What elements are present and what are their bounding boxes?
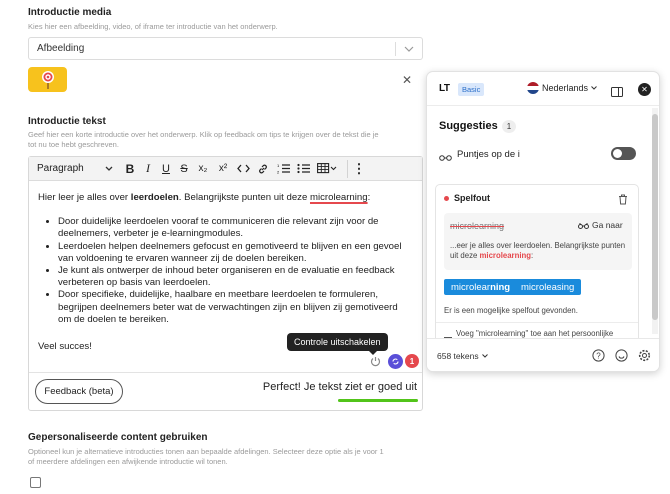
editor-content[interactable]: Hier leer je alles over leerdoelen. Bela… [38, 192, 413, 353]
bullet-item: Leerdoelen helpen deelnemers gefocust en… [58, 241, 413, 265]
editor-toolbar: Paragraph B I U S x₂ x² 12 ⋮ [29, 157, 422, 181]
superscript-button[interactable]: x² [213, 159, 233, 179]
glasses-icon [439, 149, 452, 167]
error-note: Er is een mogelijke spelfout gevonden. [444, 306, 578, 315]
media-thumbnail[interactable] [28, 67, 67, 92]
suggestion-option-1[interactable]: microlearning [444, 279, 518, 295]
token-count[interactable]: 658 tekens [437, 351, 488, 361]
personalised-helper-2: of meerdere afdelingen een afwijkende in… [28, 457, 228, 466]
panel-scrollbar[interactable] [652, 108, 658, 334]
intro-text-part: . Belangrijkste punten uit deze [178, 192, 310, 203]
error-count-badge[interactable]: 1 [405, 354, 419, 368]
error-dot-icon [444, 196, 449, 201]
spelling-error-word[interactable]: microlearning [310, 192, 368, 203]
paragraph-style-select[interactable]: Paragraph [37, 159, 121, 179]
underline-button[interactable]: U [157, 159, 175, 179]
svg-text:1: 1 [277, 163, 280, 168]
suggestions-title: Suggesties [439, 120, 498, 132]
suggestion-option-1-label: microlearning [451, 281, 511, 293]
intro-text-helper-2: tot nu toe hebt geschreven. [28, 140, 119, 149]
link-icon[interactable] [253, 159, 273, 179]
intro-media-label: Introductie media [28, 7, 112, 18]
panel-footer: 658 tekens ? [427, 338, 659, 371]
error-type: Spelfout [454, 193, 490, 203]
rich-text-editor: Paragraph B I U S x₂ x² 12 ⋮ Hier leer j… [28, 156, 423, 411]
table-icon[interactable] [313, 159, 341, 179]
error-word: microlearning [450, 221, 505, 231]
context-text: ...eer je alles over leerdoelen. Belangr… [450, 241, 626, 260]
bullet-list-icon[interactable] [293, 159, 313, 179]
power-icon[interactable] [369, 355, 382, 373]
scrollbar-thumb[interactable] [652, 114, 658, 320]
token-count-label: 658 tekens [437, 351, 479, 361]
personalised-helper-1: Optioneel kun je alternatieve introducti… [28, 447, 384, 456]
chevron-down-icon [396, 46, 422, 52]
context-text: : [531, 251, 534, 260]
intro-bold-word: leerdoelen [130, 192, 179, 203]
language-selector[interactable]: Nederlands [527, 82, 597, 94]
editor-bullet-list: Door duidelijke leerdoelen vooraf te com… [38, 216, 413, 326]
error-context-box: microlearning Ga naar ...eer je alles ov… [444, 213, 632, 270]
intro-text-label: Introductie tekst [28, 116, 106, 127]
dots-toggle[interactable] [611, 147, 636, 160]
goto-label: Ga naar [592, 220, 623, 230]
paragraph-style-value: Paragraph [37, 163, 84, 174]
media-type-value: Afbeelding [37, 43, 85, 54]
strikethrough-button[interactable]: S [175, 159, 193, 179]
numbered-list-icon[interactable]: 12 [273, 159, 293, 179]
chevron-down-icon [591, 86, 597, 90]
bold-button[interactable]: B [121, 159, 139, 179]
feedback-button[interactable]: Feedback (beta) [35, 379, 123, 404]
chevron-down-icon [105, 166, 113, 171]
help-icon[interactable]: ? [592, 349, 605, 367]
suggestions-count: 1 [502, 120, 516, 133]
card-divider [436, 322, 638, 323]
suggestion-option-2[interactable]: microleasing [514, 279, 582, 295]
smiley-icon[interactable] [615, 349, 628, 367]
trash-icon[interactable] [618, 192, 628, 210]
suggestion-bold-part: ning [490, 281, 511, 293]
intro-text-helper-1: Geef hier een korte introductie over het… [28, 130, 379, 139]
italic-button[interactable]: I [139, 159, 157, 179]
goto-button[interactable]: Ga naar [578, 220, 623, 230]
languagetool-panel: LT Basic Nederlands ✕ Suggesties 1 Puntj… [426, 71, 660, 372]
bullet-item: Je kunt als ontwerper de inhoud beter or… [58, 265, 413, 289]
bullet-item: Door duidelijke leerdoelen vooraf te com… [58, 216, 413, 240]
remove-media-icon[interactable]: ✕ [402, 73, 412, 87]
feedback-score-bar [338, 399, 418, 402]
settings-gear-icon[interactable] [638, 349, 651, 367]
chevron-down-icon [481, 354, 488, 358]
target-icon [41, 70, 54, 89]
close-icon[interactable]: ✕ [638, 83, 651, 96]
language-label: Nederlands [542, 83, 589, 93]
context-error-word: microlearning [479, 251, 532, 260]
svg-text:?: ? [596, 351, 601, 360]
add-to-dictionary[interactable]: Voeg "microlearning" toe aan het persoon… [456, 329, 613, 338]
more-options-icon[interactable]: ⋮ [348, 159, 370, 179]
header-divider [427, 105, 659, 106]
languagetool-check-icon[interactable] [388, 354, 403, 369]
binoculars-icon [578, 222, 589, 229]
feedback-divider [29, 372, 422, 373]
personalised-label: Gepersonaliseerde content gebruiken [28, 432, 208, 443]
media-type-select[interactable]: Afbeelding [28, 37, 423, 60]
dots-label: Puntjes op de i [457, 149, 520, 160]
svg-text:2: 2 [277, 170, 280, 175]
plan-badge: Basic [458, 83, 485, 96]
editor-intro-line: Hier leer je alles over leerdoelen. Bela… [38, 192, 413, 204]
bullet-item: Door specifieke, duidelijke, haalbare en… [58, 289, 413, 326]
subscript-button[interactable]: x₂ [193, 159, 213, 179]
error-context: ...eer je alles over leerdoelen. Belangr… [450, 241, 630, 261]
intro-text-part: : [367, 192, 371, 203]
intro-text-part: Hier leer je alles over [38, 192, 131, 203]
sidebar-toggle-icon[interactable] [611, 84, 623, 102]
code-icon[interactable] [233, 159, 253, 179]
flag-nl-icon [527, 82, 539, 94]
lt-logo: LT [439, 83, 450, 94]
personalised-checkbox[interactable] [30, 477, 41, 488]
feedback-score-track [338, 399, 418, 402]
intro-media-helper: Kies hier een afbeelding, video, of ifra… [28, 22, 278, 31]
tooltip: Controle uitschakelen [287, 333, 388, 351]
feedback-status: Perfect! Je tekst ziet er goed uit [262, 381, 417, 393]
